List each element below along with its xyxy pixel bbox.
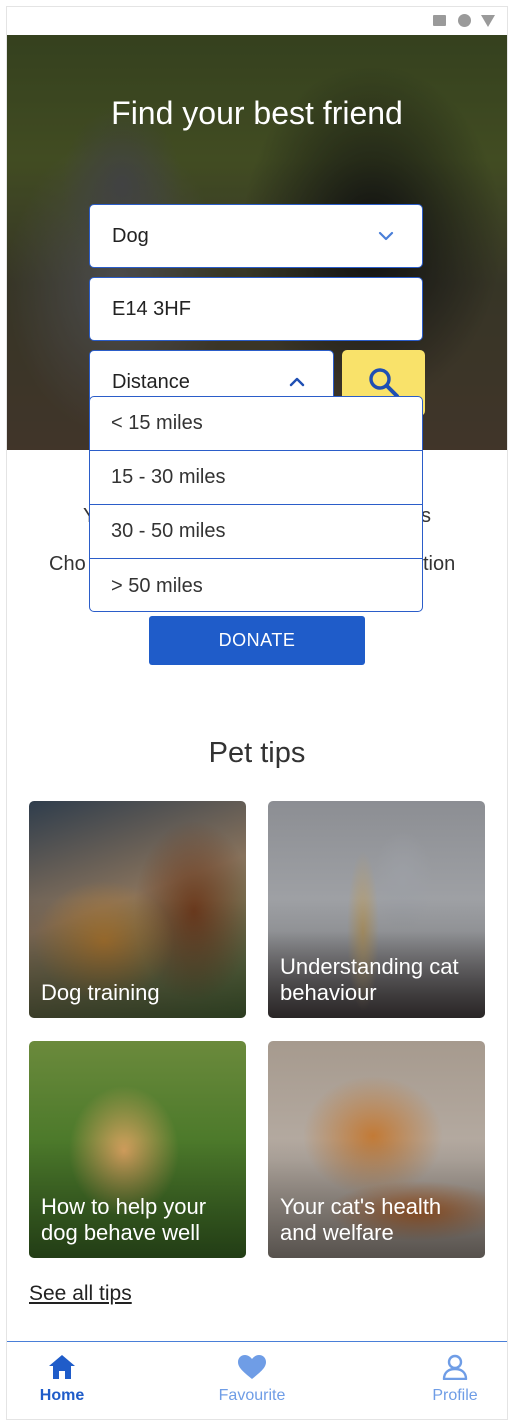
pet-tips-title: Pet tips — [208, 737, 306, 769]
hero-title: Find your best friend — [111, 95, 403, 131]
species-value: Dog — [112, 224, 149, 247]
postcode-value: E14 3HF — [112, 297, 191, 320]
nav-home-label: Home — [39, 1387, 85, 1404]
user-icon — [442, 1354, 468, 1381]
status-bar — [7, 7, 507, 35]
distance-option[interactable]: > 50 miles — [90, 559, 422, 611]
distance-dropdown: < 15 miles 15 - 30 miles 30 - 50 miles >… — [89, 396, 423, 612]
chevron-down-icon — [378, 231, 394, 241]
nav-favourite-label: Favourite — [218, 1387, 286, 1404]
tip-card-dog-behave[interactable]: How to help your dog behave well — [29, 1041, 246, 1258]
nav-profile[interactable]: Profile — [405, 1354, 505, 1405]
nav-favourite[interactable]: Favourite — [202, 1354, 302, 1405]
battery-icon — [481, 15, 495, 27]
tip-card-cat-health[interactable]: Your cat's health and welfare — [268, 1041, 485, 1258]
hero-banner: Find your best friend Dog E14 3HF Distan… — [7, 35, 507, 450]
distance-option[interactable]: 30 - 50 miles — [90, 505, 422, 559]
signal-icon — [433, 15, 446, 26]
heart-icon — [238, 1355, 266, 1379]
postcode-input[interactable]: E14 3HF — [89, 277, 423, 341]
bottom-nav: Home Favourite Profile — [7, 1341, 507, 1419]
tip-label: Dog training — [41, 980, 160, 1005]
distance-option[interactable]: < 15 miles — [90, 397, 422, 451]
donate-button[interactable]: DONATE — [149, 616, 365, 665]
nav-profile-label: Profile — [432, 1387, 478, 1404]
search-icon — [368, 368, 399, 398]
species-select[interactable]: Dog — [89, 204, 423, 268]
mission-text-fragment: Cho — [49, 553, 86, 575]
chevron-up-icon — [289, 377, 305, 387]
tip-label: How to help your dog behave well — [41, 1194, 207, 1245]
see-all-tips-link[interactable]: See all tips — [29, 1282, 132, 1306]
home-icon — [49, 1355, 75, 1379]
distance-label: Distance — [112, 370, 190, 393]
tip-label: Understanding cat behaviour — [280, 954, 459, 1005]
nav-home[interactable]: Home — [12, 1354, 112, 1405]
wifi-icon — [458, 14, 471, 27]
mission-text-fragment: tion — [423, 553, 456, 575]
phone-screen: Find your best friend Dog E14 3HF Distan… — [6, 6, 508, 1420]
distance-option[interactable]: 15 - 30 miles — [90, 451, 422, 505]
tip-card-cat-behaviour[interactable]: Understanding cat behaviour — [268, 801, 485, 1018]
tip-label: Your cat's health and welfare — [280, 1194, 442, 1245]
tip-card-dog-training[interactable]: Dog training — [29, 801, 246, 1018]
